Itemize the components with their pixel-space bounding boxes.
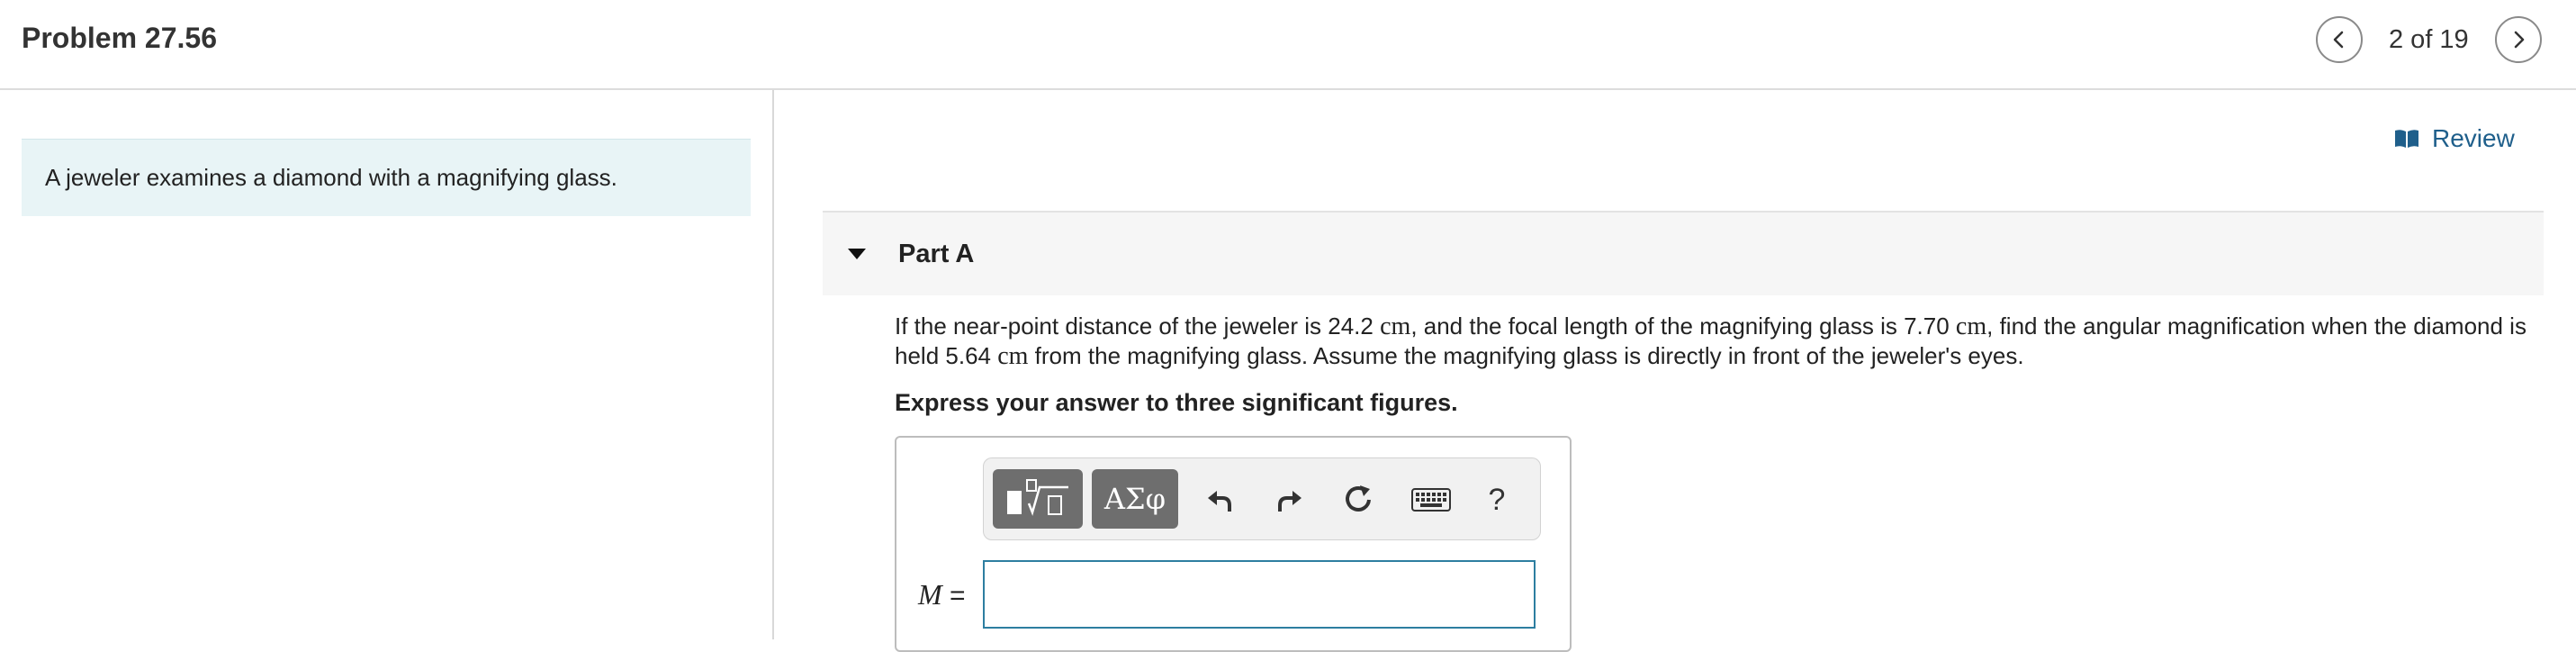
- redo-icon: [1278, 491, 1302, 512]
- question-text: If the near-point distance of the jewele…: [895, 312, 2542, 371]
- variable-label: M =: [918, 578, 966, 611]
- caret-down-icon: [848, 249, 866, 259]
- part-a-header[interactable]: Part A: [823, 211, 2544, 295]
- equals-sign: =: [950, 581, 966, 611]
- previous-problem-button[interactable]: [2316, 16, 2363, 63]
- templates-icon: [1007, 479, 1068, 516]
- book-icon: [2395, 130, 2418, 148]
- problem-intro-panel: A jeweler examines a diamond with a magn…: [0, 90, 774, 639]
- header: Problem 27.56 2 of 19: [0, 0, 2576, 90]
- page-count: 2 of 19: [2389, 25, 2469, 54]
- symbols-button[interactable]: ΑΣφ: [1092, 469, 1178, 529]
- templates-button[interactable]: [993, 469, 1083, 529]
- part-title: Part A: [898, 240, 975, 268]
- help-button[interactable]: ?: [1477, 480, 1517, 520]
- intro-box: A jeweler examines a diamond with a magn…: [22, 139, 751, 216]
- next-problem-button[interactable]: [2495, 16, 2542, 63]
- reset-icon: [1346, 485, 1371, 512]
- undo-icon: [1208, 491, 1231, 512]
- answer-box: ΑΣφ ? M =: [895, 436, 1572, 652]
- undo-button[interactable]: [1200, 480, 1239, 520]
- answer-input[interactable]: [983, 560, 1536, 629]
- question-segment: If the near-point distance of the jewele…: [895, 312, 1381, 340]
- review-label: Review: [2432, 124, 2515, 152]
- unit-cm: cm: [1380, 312, 1411, 340]
- math-toolbar: ΑΣφ ?: [983, 457, 1541, 540]
- question-segment: from the magnifying glass. Assume the ma…: [1028, 342, 2024, 369]
- answer-instruction: Express your answer to three significant…: [895, 389, 1458, 416]
- problem-title: Problem 27.56: [22, 22, 217, 54]
- unit-cm: cm: [1955, 312, 1987, 340]
- question-segment: , and the focal length of the magnifying…: [1410, 312, 1956, 340]
- keyboard-button[interactable]: [1407, 480, 1455, 520]
- unit-cm: cm: [997, 342, 1029, 370]
- chevron-left-icon: [2333, 31, 2344, 49]
- keyboard-icon: [1411, 488, 1451, 512]
- review-link[interactable]: Review: [2394, 124, 2515, 153]
- reset-button[interactable]: [1338, 480, 1378, 520]
- redo-button[interactable]: [1270, 480, 1310, 520]
- chevron-right-icon: [2514, 31, 2525, 49]
- intro-text: A jeweler examines a diamond with a magn…: [45, 164, 617, 191]
- variable-name: M: [918, 578, 942, 611]
